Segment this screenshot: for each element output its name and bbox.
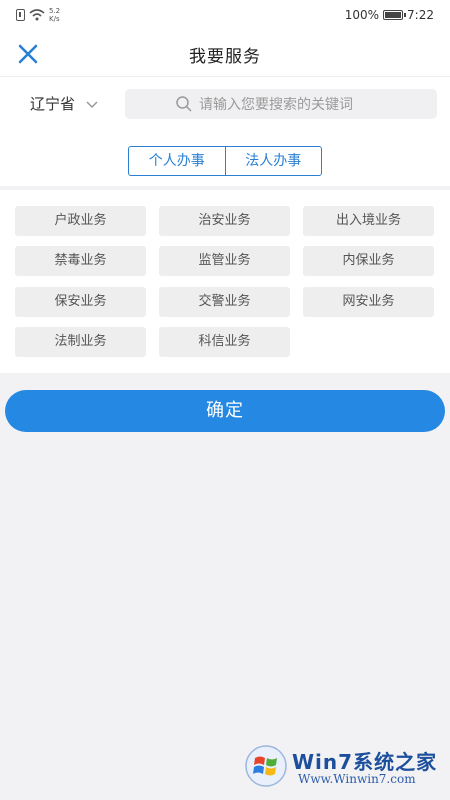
network-speed-unit: K/s — [49, 15, 60, 23]
category-narcotics[interactable]: 禁毒业务 — [15, 246, 146, 276]
watermark-text: Win7系统之家 — [292, 750, 438, 774]
search-input[interactable]: 请输入您要搜索的关键词 — [125, 89, 437, 119]
watermark: Win7系统之家 Www.Winwin7.com — [244, 742, 444, 792]
search-row: 辽宁省 请输入您要搜索的关键词 — [0, 76, 450, 133]
category-tech-info[interactable]: 科信业务 — [159, 327, 290, 357]
category-internal-security[interactable]: 内保业务 — [303, 246, 434, 276]
status-right: 100% 7:22 — [345, 8, 434, 22]
confirm-button[interactable]: 确定 — [5, 390, 445, 432]
tab-legal-entity[interactable]: 法人办事 — [224, 147, 322, 175]
watermark-url: Www.Winwin7.com — [298, 772, 416, 786]
clock: 7:22 — [407, 8, 434, 22]
header: 我要服务 — [0, 30, 450, 76]
category-supervision[interactable]: 监管业务 — [159, 246, 290, 276]
category-entry-exit[interactable]: 出入境业务 — [303, 206, 434, 236]
category-cyber[interactable]: 网安业务 — [303, 287, 434, 317]
network-speed-value: 5.2 — [49, 7, 61, 15]
province-label: 辽宁省 — [30, 95, 76, 113]
battery-percent: 100% — [344, 8, 380, 22]
tabs-row: 个人办事 法人办事 — [0, 132, 450, 186]
search-placeholder: 请输入您要搜索的关键词 — [199, 97, 353, 113]
province-selector[interactable]: 辽宁省 — [30, 93, 99, 114]
search-icon — [176, 96, 192, 112]
wifi-icon — [29, 9, 45, 21]
category-security[interactable]: 治安业务 — [159, 206, 290, 236]
category-guard[interactable]: 保安业务 — [15, 287, 146, 317]
page-title: 我要服务 — [189, 47, 261, 67]
status-bar: 5.2 K/s 100% 7:22 — [0, 0, 450, 30]
category-hukou[interactable]: 户政业务 — [15, 206, 146, 236]
network-speed: 5.2 K/s — [49, 7, 60, 23]
category-grid: 户政业务 治安业务 出入境业务 禁毒业务 监管业务 内保业务 保安业务 交警业务… — [0, 190, 450, 373]
category-legal[interactable]: 法制业务 — [15, 327, 146, 357]
service-type-tabs: 个人办事 法人办事 — [128, 146, 322, 176]
status-left: 5.2 K/s — [16, 7, 60, 23]
chevron-down-icon — [86, 100, 98, 108]
category-traffic[interactable]: 交警业务 — [159, 287, 290, 317]
windows-logo-icon — [245, 745, 287, 787]
tab-personal[interactable]: 个人办事 — [129, 147, 225, 175]
battery-icon — [383, 10, 407, 20]
sim-card-icon — [16, 9, 25, 21]
